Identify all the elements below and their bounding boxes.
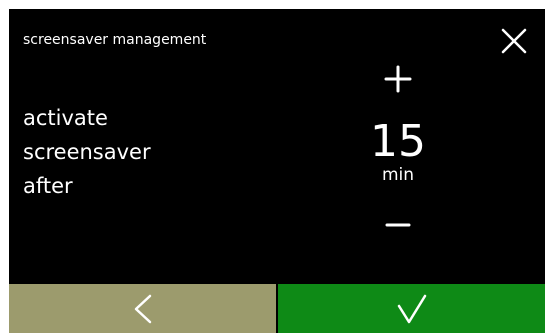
chevron-left-icon bbox=[134, 294, 151, 323]
decrement-button[interactable] bbox=[378, 205, 418, 245]
prompt-line: screensaver bbox=[23, 140, 151, 164]
checkmark-icon bbox=[397, 294, 426, 323]
close-icon bbox=[501, 28, 527, 54]
confirm-button[interactable] bbox=[278, 284, 545, 333]
prompt-line: activate bbox=[23, 106, 108, 130]
prompt-line: after bbox=[23, 174, 73, 198]
minus-icon bbox=[385, 223, 411, 227]
screensaver-screen: screensaver management activate screensa… bbox=[9, 9, 545, 333]
timeout-unit: min bbox=[381, 165, 415, 185]
footer-bar bbox=[9, 284, 545, 333]
plus-icon bbox=[384, 65, 412, 93]
increment-button[interactable] bbox=[378, 59, 418, 99]
page-title: screensaver management bbox=[23, 32, 207, 48]
prompt-text: activate screensaver after bbox=[23, 101, 151, 203]
timeout-value: 15 bbox=[370, 116, 426, 167]
back-button[interactable] bbox=[9, 284, 276, 333]
close-button[interactable] bbox=[500, 27, 528, 55]
